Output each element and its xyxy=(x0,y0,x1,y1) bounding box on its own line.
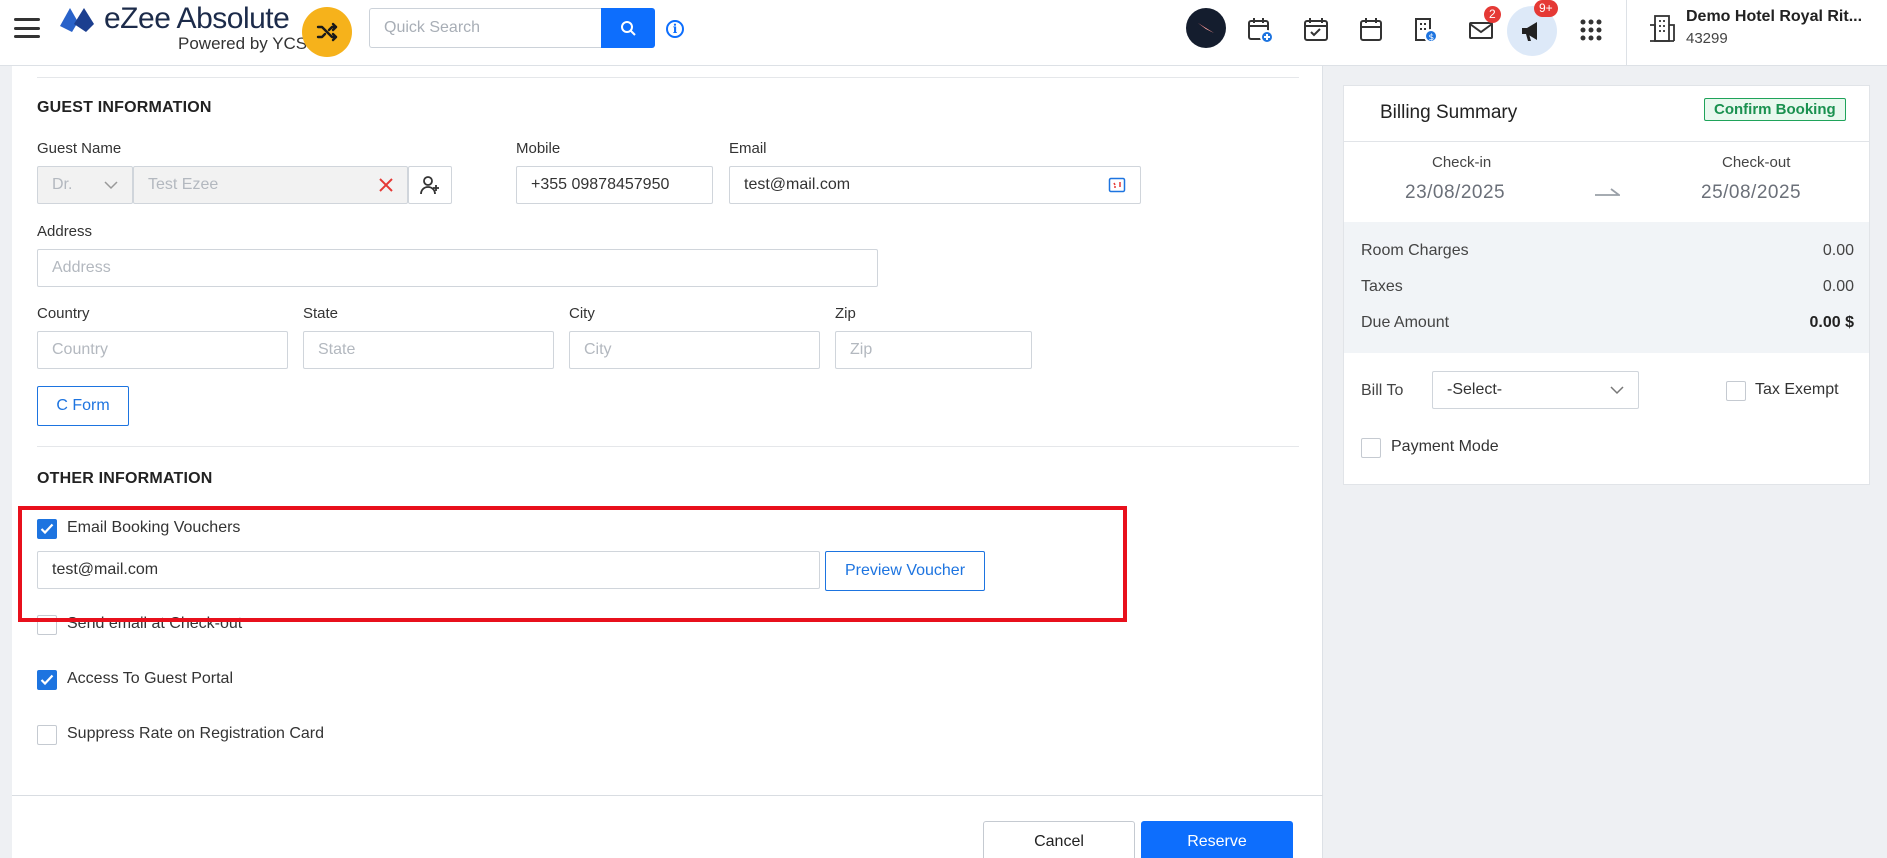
hotel-code: 43299 xyxy=(1686,30,1728,47)
due-amount-value: 0.00 $ xyxy=(1809,314,1854,331)
state-input[interactable]: State xyxy=(303,331,554,369)
address-label: Address xyxy=(37,223,93,240)
hotel-building-icon xyxy=(1642,8,1682,48)
cancel-button[interactable]: Cancel xyxy=(983,821,1135,858)
due-amount-label: Due Amount xyxy=(1361,314,1450,331)
zip-label: Zip xyxy=(835,305,856,322)
apps-grid-icon[interactable] xyxy=(1571,10,1611,50)
hotel-name[interactable]: Demo Hotel Royal Rit... xyxy=(1686,8,1862,26)
guest-portal-label: Access To Guest Portal xyxy=(67,670,233,687)
arrow-right-icon xyxy=(1595,188,1620,196)
bill-to-select[interactable]: -Select- xyxy=(1432,371,1639,409)
checkout-label: Check-out xyxy=(1722,154,1791,171)
billing-summary-panel: Billing Summary Confirm Booking Check-in… xyxy=(1343,85,1870,485)
taxes-value: 0.00 xyxy=(1822,278,1854,295)
email-label: Email xyxy=(729,140,767,157)
status-badge: Confirm Booking xyxy=(1704,98,1846,121)
reservation-form-panel: GUEST INFORMATION Guest Name Dr. Test Ez… xyxy=(12,66,1323,858)
payment-mode-checkbox[interactable] xyxy=(1361,438,1381,458)
calendar-check-icon[interactable] xyxy=(1296,10,1336,50)
suppress-rate-checkbox[interactable] xyxy=(37,725,57,745)
divider xyxy=(1344,141,1869,142)
search-button[interactable] xyxy=(601,8,655,48)
mobile-label: Mobile xyxy=(516,140,561,157)
suppress-rate-label: Suppress Rate on Registration Card xyxy=(67,725,325,742)
guest-name-input[interactable]: Test Ezee xyxy=(133,166,408,204)
room-charges-value: 0.00 xyxy=(1822,242,1854,259)
checkin-date: 23/08/2025 xyxy=(1405,182,1506,203)
svg-text:$: $ xyxy=(1429,33,1435,43)
country-label: Country xyxy=(37,305,90,322)
c-form-button[interactable]: C Form xyxy=(37,386,129,426)
taxes-row: Taxes 0.00 xyxy=(1361,278,1854,296)
guest-info-title: GUEST INFORMATION xyxy=(37,99,212,116)
address-input[interactable]: Address xyxy=(37,249,878,287)
mobile-input[interactable]: +355 09878457950 xyxy=(516,166,713,204)
bill-to-value: -Select- xyxy=(1447,381,1503,398)
user-add-icon xyxy=(420,176,439,195)
charges-section: Room Charges 0.00 Taxes 0.00 Due Amount … xyxy=(1344,222,1869,353)
email-card-icon[interactable] xyxy=(1108,176,1126,194)
header-divider xyxy=(1626,0,1627,66)
payment-mode-label: Payment Mode xyxy=(1391,438,1499,455)
check-icon xyxy=(40,674,54,686)
guest-lookup-button[interactable] xyxy=(408,166,452,204)
ezee-logo-icon xyxy=(60,8,94,32)
info-icon[interactable]: i xyxy=(666,20,684,38)
salutation-value: Dr. xyxy=(52,176,73,193)
reserve-button[interactable]: Reserve xyxy=(1141,821,1293,858)
checkout-date: 25/08/2025 xyxy=(1701,182,1802,203)
calendar-add-icon[interactable] xyxy=(1240,10,1280,50)
taxes-label: Taxes xyxy=(1361,278,1403,295)
divider xyxy=(37,446,1299,447)
quick-search-input[interactable] xyxy=(369,8,601,48)
divider xyxy=(37,77,1299,78)
logo-title: eZee Absolute xyxy=(104,2,290,35)
announcement-icon[interactable]: 9+ xyxy=(1507,0,1558,56)
calendar-icon[interactable] xyxy=(1351,10,1391,50)
checkin-label: Check-in xyxy=(1432,154,1492,171)
salutation-select[interactable]: Dr. xyxy=(37,166,133,204)
compass-icon[interactable] xyxy=(1186,8,1226,48)
bill-to-label: Bill To xyxy=(1361,382,1404,399)
room-charges-label: Room Charges xyxy=(1361,242,1469,259)
guest-name-value: Test Ezee xyxy=(148,176,219,193)
top-bar: eZee Absolute Powered by YCS i $ 2 9+ De… xyxy=(0,0,1887,66)
due-amount-row: Due Amount 0.00 $ xyxy=(1361,314,1854,332)
room-charges-row: Room Charges 0.00 xyxy=(1361,242,1854,260)
shuffle-button[interactable] xyxy=(302,7,352,57)
billing-building-icon[interactable]: $ xyxy=(1405,10,1445,50)
zip-input[interactable]: Zip xyxy=(835,331,1032,369)
mail-icon[interactable]: 2 xyxy=(1461,6,1501,50)
mail-badge: 2 xyxy=(1484,6,1501,23)
footer-divider xyxy=(12,795,1323,796)
city-input[interactable]: City xyxy=(569,331,820,369)
menu-icon[interactable] xyxy=(14,18,40,38)
chevron-down-icon xyxy=(104,181,118,190)
announcement-badge: 9+ xyxy=(1534,0,1558,17)
search-icon xyxy=(621,21,636,36)
tax-exempt-label: Tax Exempt xyxy=(1755,381,1839,398)
other-info-title: OTHER INFORMATION xyxy=(37,470,213,487)
email-value: test@mail.com xyxy=(744,176,851,193)
chevron-down-icon xyxy=(1610,386,1624,395)
state-label: State xyxy=(303,305,339,322)
guest-name-label: Guest Name xyxy=(37,140,122,157)
tax-exempt-checkbox[interactable] xyxy=(1726,381,1746,401)
city-label: City xyxy=(569,305,595,322)
logo-subtitle: Powered by YCS xyxy=(178,34,308,53)
clear-icon[interactable] xyxy=(379,178,393,192)
billing-title: Billing Summary xyxy=(1380,102,1518,123)
guest-portal-checkbox[interactable] xyxy=(37,670,57,690)
email-input[interactable]: test@mail.com xyxy=(729,166,1141,204)
highlight-box xyxy=(18,506,1127,622)
country-input[interactable]: Country xyxy=(37,331,288,369)
shuffle-icon xyxy=(316,22,338,42)
